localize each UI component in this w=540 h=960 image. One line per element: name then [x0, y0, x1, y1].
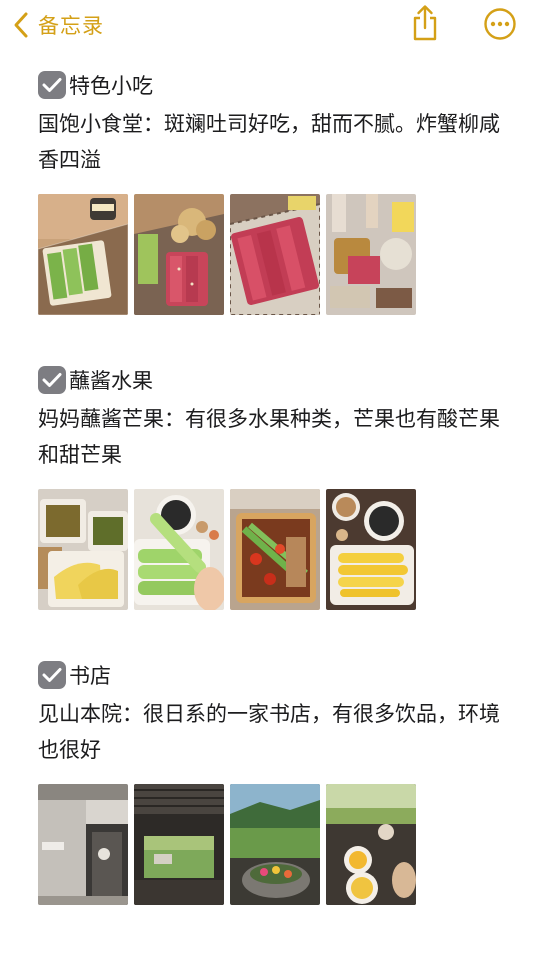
photo-thumbnail[interactable] — [230, 489, 320, 610]
checkmark-icon — [42, 78, 62, 92]
checkmark-icon — [42, 373, 62, 387]
ellipsis-circle-icon — [483, 8, 517, 45]
checklist-title: 书店 — [69, 664, 111, 688]
checkbox-checked[interactable] — [38, 366, 66, 394]
checklist-section: 书店 见山本院：很日系的一家书店，有很多饮品，环境也很好 — [38, 658, 508, 905]
checklist-item: 特色小吃 — [38, 68, 508, 102]
more-button[interactable] — [483, 7, 517, 41]
checklist-title: 蘸酱水果 — [69, 369, 153, 393]
navigation-bar: 备忘录 — [0, 0, 540, 52]
checkbox-checked[interactable] — [38, 71, 66, 99]
note-text: 见山本院：很日系的一家书店，有很多饮品，环境也很好 — [38, 702, 500, 762]
photo-gallery — [38, 784, 508, 905]
photo-thumbnail[interactable] — [38, 194, 128, 315]
photo-thumbnail[interactable] — [134, 489, 224, 610]
photo-thumbnail[interactable] — [134, 194, 224, 315]
back-label: 备忘录 — [38, 14, 104, 38]
checkmark-icon — [42, 668, 62, 682]
note-text: 妈妈蘸酱芒果：有很多水果种类，芒果也有酸芒果和甜芒果 — [38, 407, 500, 467]
share-icon — [409, 5, 441, 46]
photo-thumbnail[interactable] — [326, 489, 416, 610]
checklist-section: 特色小吃 国饱小食堂：斑斓吐司好吃，甜而不腻。炸蟹柳咸香四溢 — [38, 68, 508, 315]
photo-thumbnail[interactable] — [326, 784, 416, 905]
chevron-left-icon — [8, 10, 34, 40]
checklist-item: 书店 — [38, 658, 508, 692]
photo-thumbnail[interactable] — [230, 194, 320, 315]
photo-thumbnail[interactable] — [230, 784, 320, 905]
share-button[interactable] — [409, 4, 441, 42]
photo-gallery — [38, 489, 508, 610]
photo-thumbnail[interactable] — [38, 784, 128, 905]
photo-thumbnail[interactable] — [134, 784, 224, 905]
photo-thumbnail[interactable] — [38, 489, 128, 610]
photo-thumbnail[interactable] — [326, 194, 416, 315]
photo-gallery — [38, 194, 508, 315]
checklist-title: 特色小吃 — [69, 74, 153, 98]
note-text: 国饱小食堂：斑斓吐司好吃，甜而不腻。炸蟹柳咸香四溢 — [38, 112, 500, 172]
checklist-section: 蘸酱水果 妈妈蘸酱芒果：有很多水果种类，芒果也有酸芒果和甜芒果 — [38, 363, 508, 610]
back-button[interactable]: 备忘录 — [8, 8, 104, 42]
checkbox-checked[interactable] — [38, 661, 66, 689]
checklist-item: 蘸酱水果 — [38, 363, 508, 397]
